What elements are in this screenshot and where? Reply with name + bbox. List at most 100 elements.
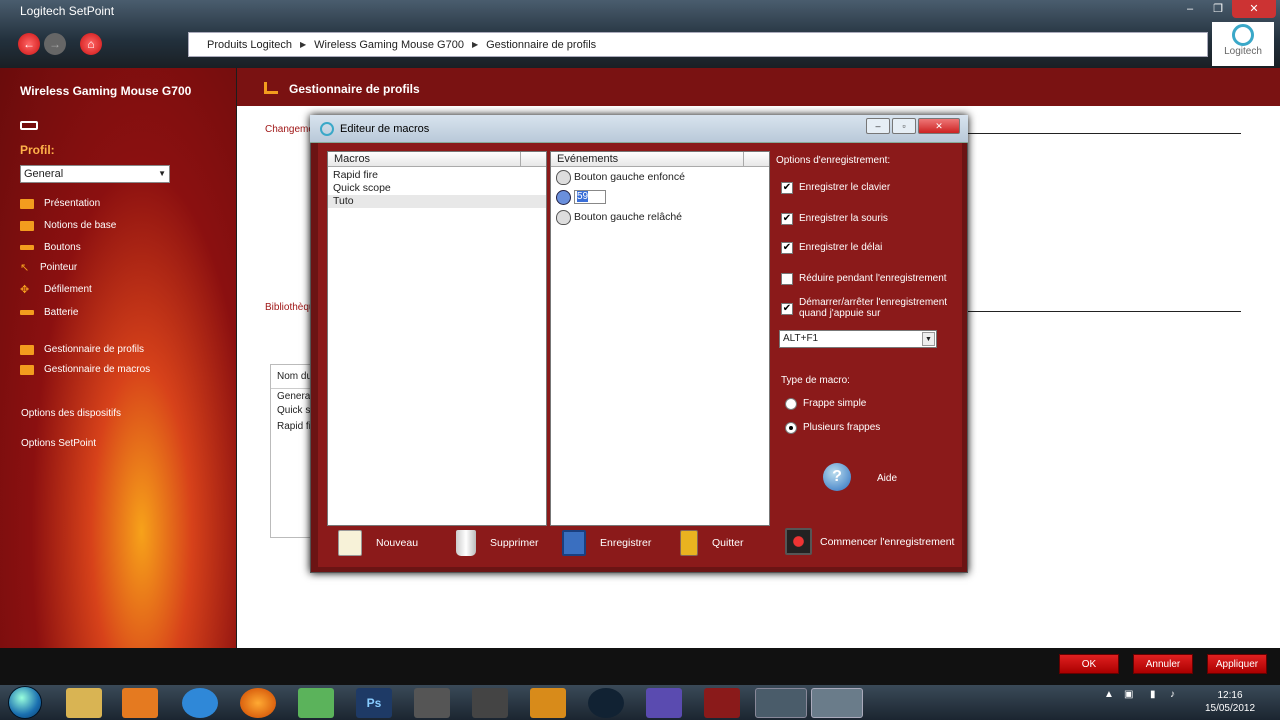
back-button[interactable]: ← — [18, 33, 40, 55]
download-icon[interactable] — [646, 688, 682, 718]
firefox-icon[interactable] — [240, 688, 276, 718]
sidebar-item-scroll[interactable]: ✥ Défilement — [20, 284, 92, 295]
macros-list[interactable]: Macros Rapid fire Quick scope Tuto — [327, 151, 547, 526]
dialog-maximize-button[interactable]: ▫ — [892, 118, 916, 134]
checkbox[interactable] — [781, 273, 793, 285]
mouse-cursor-icon: ↖ — [1156, 634, 1168, 650]
events-column-header[interactable]: Evénements — [551, 152, 769, 167]
recorder-icon[interactable] — [704, 688, 740, 718]
delete-macro-button[interactable]: Supprimer — [456, 530, 538, 556]
breadcrumb-item-device[interactable]: Wireless Gaming Mouse G700 — [314, 39, 464, 51]
sidebar-item-buttons[interactable]: Boutons — [20, 242, 81, 253]
radio-single-key[interactable]: Frappe simple — [785, 398, 866, 410]
tray-device-icon[interactable]: ▣ — [1124, 689, 1133, 700]
start-button[interactable] — [8, 686, 42, 719]
maximize-button[interactable]: ❐ — [1206, 0, 1230, 18]
sidebar-item-pointer[interactable]: ↖ Pointeur — [20, 262, 77, 273]
save-macro-button[interactable]: Enregistrer — [562, 530, 651, 556]
divider — [960, 311, 1241, 312]
dialog-minimize-button[interactable]: – — [866, 118, 890, 134]
help-label[interactable]: Aide — [877, 473, 897, 484]
macro-type-label: Type de macro: — [781, 375, 850, 386]
list-item[interactable]: Rapid fire — [328, 169, 546, 182]
option-record-keyboard[interactable]: ✔ Enregistrer le clavier — [781, 182, 890, 194]
tray-expand-icon[interactable]: ▲ — [1104, 689, 1114, 700]
help-icon[interactable]: ? — [823, 463, 851, 491]
option-label: Enregistrer le délai — [799, 242, 883, 253]
sidebar-item-profile-manager[interactable]: Gestionnaire de profils — [20, 344, 144, 355]
divider — [960, 133, 1241, 134]
checkbox[interactable]: ✔ — [781, 303, 793, 315]
apply-button[interactable]: Appliquer — [1207, 654, 1267, 674]
scroll-icon: ✥ — [20, 283, 30, 296]
profile-select-value: General — [24, 168, 64, 180]
setpoint-taskbar-button[interactable] — [755, 688, 807, 718]
breadcrumb-item-profiles[interactable]: Gestionnaire de profils — [486, 39, 596, 51]
logitech-icon — [320, 122, 334, 136]
volume-icon[interactable]: ♪ — [1170, 689, 1175, 700]
cancel-button[interactable]: Annuler — [1133, 654, 1193, 674]
checkbox[interactable]: ✔ — [781, 242, 793, 254]
forward-button[interactable]: → — [44, 33, 66, 55]
internet-explorer-icon[interactable] — [182, 688, 218, 718]
photoshop-icon[interactable]: Ps — [356, 688, 392, 718]
sidebar-item-battery[interactable]: Batterie — [20, 307, 78, 318]
quit-button[interactable]: Quitter — [680, 530, 744, 556]
event-row-press[interactable]: Bouton gauche enfoncé — [551, 167, 769, 187]
media-player-icon[interactable] — [122, 688, 158, 718]
dialog-close-button[interactable]: ✕ — [918, 118, 960, 134]
radio-button[interactable] — [785, 398, 797, 410]
option-minimize[interactable]: Réduire pendant l'enregistrement — [781, 273, 947, 285]
clock-icon — [556, 189, 571, 205]
profile-select[interactable]: General ▼ — [20, 165, 170, 183]
event-label: Bouton gauche relâché — [574, 211, 682, 223]
event-row-release[interactable]: Bouton gauche relâché — [551, 207, 769, 227]
checkbox[interactable]: ✔ — [781, 182, 793, 194]
option-record-delay[interactable]: ✔ Enregistrer le délai — [781, 242, 882, 254]
sidebar-link-device-options[interactable]: Options des dispositifs — [21, 408, 121, 419]
camera-app-icon[interactable] — [414, 688, 450, 718]
window-title: Logitech SetPoint — [20, 4, 115, 18]
start-recording-button[interactable]: Commencer l'enregistrement — [785, 528, 954, 555]
macros-column-header[interactable]: Macros — [328, 152, 546, 167]
radio-multi-key[interactable]: Plusieurs frappes — [785, 422, 880, 434]
sidebar-item-label: Pointeur — [40, 262, 78, 273]
radio-button[interactable] — [785, 422, 797, 434]
messenger-icon[interactable] — [298, 688, 334, 718]
option-label: Enregistrer le clavier — [799, 182, 891, 193]
buttons-icon — [20, 245, 34, 250]
close-button[interactable]: ✕ — [1232, 0, 1276, 18]
option-label: Démarrer/arrêter l'enregistrement quand … — [799, 297, 948, 319]
home-button[interactable]: ⌂ — [80, 33, 102, 55]
events-list[interactable]: Evénements Bouton gauche enfoncé 59 Bout… — [550, 151, 770, 526]
chevron-down-icon: ▼ — [158, 169, 166, 178]
list-item[interactable]: Tuto — [328, 195, 546, 208]
logo-text: Logitech — [1224, 46, 1262, 57]
section-heading-change: Changeme — [265, 124, 314, 135]
explorer-icon[interactable] — [66, 688, 102, 718]
sidebar-item-basics[interactable]: Notions de base — [20, 220, 116, 231]
sidebar-item-presentation[interactable]: Présentation — [20, 198, 100, 209]
sidebar-item-label: Défilement — [44, 284, 92, 295]
minimize-button[interactable]: – — [1178, 0, 1202, 18]
sidebar-link-setpoint-options[interactable]: Options SetPoint — [21, 438, 96, 449]
system-clock[interactable]: 12:16 15/05/2012 — [1200, 689, 1260, 715]
breadcrumb-item-products[interactable]: Produits Logitech — [207, 39, 292, 51]
event-row-delay[interactable]: 59 — [551, 187, 769, 207]
delay-input[interactable]: 59 — [574, 190, 606, 204]
new-macro-button[interactable]: Nouveau — [338, 530, 418, 556]
profile-label: Profil: — [20, 143, 55, 157]
app-icon-3[interactable] — [588, 688, 624, 718]
sidebar-item-macro-manager[interactable]: Gestionnaire de macros — [20, 364, 150, 375]
option-hotkey-toggle[interactable]: ✔ Démarrer/arrêter l'enregistrement quand… — [781, 297, 951, 319]
list-item[interactable]: Quick scope — [328, 182, 546, 195]
hotkey-select[interactable]: ALT+F1 ▼ — [779, 330, 937, 348]
app-icon[interactable] — [472, 688, 508, 718]
option-record-mouse[interactable]: ✔ Enregistrer la souris — [781, 213, 888, 225]
macro-editor-taskbar-button[interactable] — [811, 688, 863, 718]
profiles-icon — [20, 344, 34, 355]
network-icon[interactable]: ▮ — [1150, 689, 1156, 700]
ok-button[interactable]: OK — [1059, 654, 1119, 674]
app-icon-2[interactable] — [530, 688, 566, 718]
checkbox[interactable]: ✔ — [781, 213, 793, 225]
